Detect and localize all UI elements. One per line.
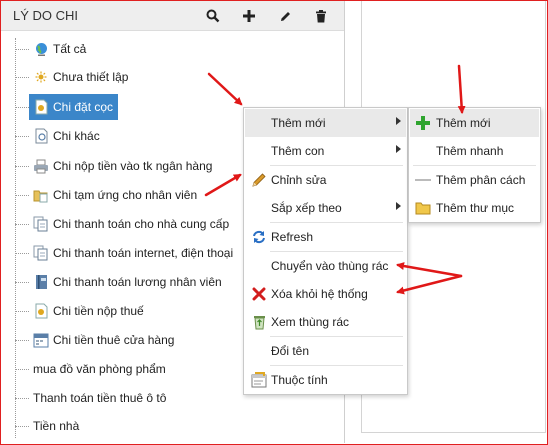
folder-icon — [415, 200, 431, 216]
printer-icon — [33, 158, 49, 174]
green-plus-icon — [415, 115, 431, 131]
menu-item-edit[interactable]: Chỉnh sửa — [245, 166, 406, 194]
search-icon[interactable] — [204, 7, 222, 25]
submenu-item-add-new[interactable]: Thêm mới — [410, 109, 539, 137]
menu-item-add-child[interactable]: Thêm con — [245, 137, 406, 165]
menu-item-refresh[interactable]: Refresh — [245, 223, 406, 251]
folder-doc-icon — [33, 187, 49, 203]
add-new-submenu: Thêm mới Thêm nhanh Thêm phân cách Thêm … — [408, 107, 541, 223]
red-x-icon — [251, 286, 267, 302]
tree-guide-line — [15, 38, 16, 438]
document-star-icon — [33, 303, 49, 319]
menu-item-sort-by[interactable]: Sắp xếp theo — [245, 194, 406, 222]
tree-item-label: Thanh toán tiền thuê ô tô — [33, 391, 167, 405]
submenu-item-add-separator[interactable]: Thêm phân cách — [410, 166, 539, 194]
submenu-arrow-icon — [396, 202, 401, 210]
properties-icon — [251, 372, 267, 388]
tree-item-label: Chi đặt cọc — [53, 100, 114, 114]
panel-title: LÝ DO CHI — [13, 8, 79, 23]
submenu-item-add-folder[interactable]: Thêm thư mục — [410, 194, 539, 222]
tree-item-label: Chưa thiết lập — [53, 70, 129, 84]
trash-icon[interactable] — [312, 7, 330, 25]
tree-item-label: Chi tiền nộp thuế — [53, 304, 144, 318]
tree-item-label: Chi thanh toán lương nhân viên — [53, 275, 222, 289]
book-icon — [33, 274, 49, 290]
context-menu: Thêm mới Thêm con Chỉnh sửa Sắp xếp theo… — [243, 107, 408, 395]
recycle-bin-icon — [251, 314, 267, 330]
pencil-icon[interactable] — [276, 7, 294, 25]
globe-icon — [33, 41, 49, 57]
menu-item-properties[interactable]: Thuộc tính — [245, 366, 406, 394]
tree-item-label: Tất cả — [53, 42, 87, 56]
tree-item-label: Tiền nhà — [33, 419, 80, 433]
panel-header: LÝ DO CHI — [1, 1, 344, 31]
calendar-icon — [33, 332, 49, 348]
menu-item-delete-permanently[interactable]: Xóa khỏi hệ thống — [245, 280, 406, 308]
menu-item-rename[interactable]: Đổi tên — [245, 337, 406, 365]
sun-icon — [33, 69, 49, 85]
tree-item-label: mua đồ văn phòng phẩm — [33, 362, 166, 376]
plus-icon[interactable] — [240, 7, 258, 25]
document-star-icon — [33, 99, 49, 115]
submenu-arrow-icon — [396, 117, 401, 125]
tree-item-label: Chi tạm ứng cho nhân viên — [53, 188, 198, 202]
submenu-arrow-icon — [396, 145, 401, 153]
line-icon — [415, 172, 431, 188]
menu-item-move-to-trash[interactable]: Chuyển vào thùng rác — [245, 252, 406, 280]
tree-item-label: Chi nộp tiền vào tk ngân hàng — [53, 159, 213, 173]
tree-item-label: Chi tiền thuê cửa hàng — [53, 333, 175, 347]
document-icon — [33, 128, 49, 144]
menu-item-view-trash[interactable]: Xem thùng rác — [245, 308, 406, 336]
tree-item-label: Chi thanh toán internet, điện thoại — [53, 246, 234, 260]
selected-node[interactable]: Chi đặt cọc — [29, 94, 119, 120]
tree-item-label: Chi khác — [53, 129, 100, 143]
pencil-icon — [251, 172, 267, 188]
refresh-icon — [251, 229, 267, 245]
documents-icon — [33, 245, 49, 261]
menu-item-add-new[interactable]: Thêm mới — [245, 109, 406, 137]
submenu-item-quick-add[interactable]: Thêm nhanh — [410, 137, 539, 165]
documents-icon — [33, 216, 49, 232]
tree-item-label: Chi thanh toán cho nhà cung cấp — [53, 217, 230, 231]
